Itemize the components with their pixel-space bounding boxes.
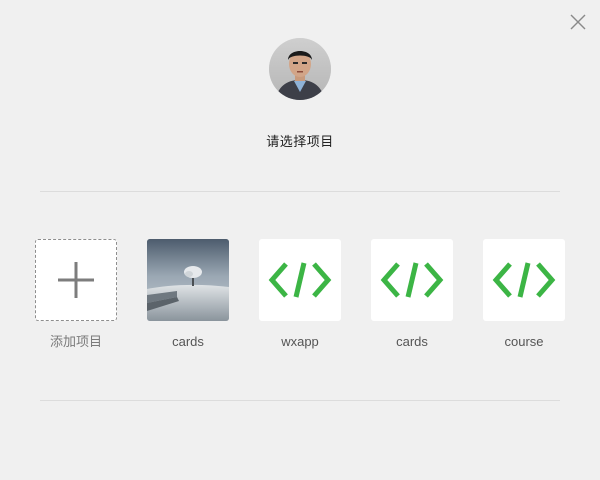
- project-list: 添加项目 cards wxapp cards course: [35, 239, 565, 350]
- dialog-title: 请选择项目: [266, 134, 334, 149]
- project-item[interactable]: course: [483, 239, 565, 350]
- project-thumbnail[interactable]: [371, 239, 453, 321]
- add-project-tile[interactable]: [35, 239, 117, 321]
- project-select-dialog: 请选择项目 添加项目 cards wxapp cards course: [0, 0, 600, 480]
- code-brackets-icon: [380, 262, 444, 298]
- add-project-button[interactable]: 添加项目: [35, 239, 117, 350]
- project-thumbnail[interactable]: [259, 239, 341, 321]
- close-button[interactable]: [568, 12, 588, 32]
- project-label: wxapp: [281, 334, 319, 349]
- project-label: course: [504, 334, 544, 349]
- project-label: cards: [172, 334, 204, 349]
- code-brackets-icon: [268, 262, 332, 298]
- project-label: 添加项目: [49, 334, 102, 349]
- close-icon: [570, 14, 586, 30]
- code-brackets-icon: [492, 262, 556, 298]
- project-thumbnail[interactable]: [483, 239, 565, 321]
- top-divider: [40, 191, 560, 192]
- project-item[interactable]: wxapp: [259, 239, 341, 350]
- landscape-thumbnail-icon: [147, 239, 229, 321]
- project-item[interactable]: cards: [147, 239, 229, 350]
- project-thumbnail-photo[interactable]: [147, 239, 229, 321]
- bottom-divider: [40, 400, 560, 401]
- plus-icon: [58, 262, 94, 298]
- project-label: cards: [396, 334, 428, 349]
- project-item[interactable]: cards: [371, 239, 453, 350]
- user-avatar: [269, 38, 331, 100]
